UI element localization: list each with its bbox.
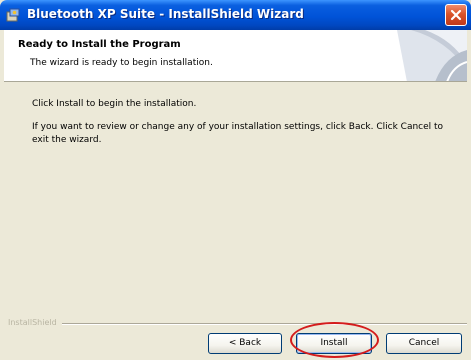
footer-divider bbox=[62, 323, 467, 325]
installshield-wizard-window: Bluetooth XP Suite - InstallShield Wizar… bbox=[0, 0, 471, 360]
page-curl-graphic bbox=[397, 30, 467, 81]
close-button[interactable] bbox=[445, 4, 467, 26]
install-instruction-text: Click Install to begin the installation. bbox=[32, 99, 197, 109]
window-title: Bluetooth XP Suite - InstallShield Wizar… bbox=[27, 7, 304, 21]
close-icon bbox=[450, 9, 462, 21]
back-button[interactable]: < Back bbox=[208, 333, 282, 354]
installshield-brand: InstallShield bbox=[8, 318, 57, 327]
header-title: Ready to Install the Program bbox=[18, 39, 181, 50]
header-subtitle: The wizard is ready to begin installatio… bbox=[30, 58, 213, 68]
cancel-button[interactable]: Cancel bbox=[386, 333, 462, 354]
install-button[interactable]: Install bbox=[296, 333, 372, 354]
installer-icon bbox=[6, 8, 20, 22]
wizard-header: Ready to Install the Program The wizard … bbox=[4, 30, 467, 82]
review-settings-text: If you want to review or change any of y… bbox=[32, 122, 444, 145]
title-bar[interactable]: Bluetooth XP Suite - InstallShield Wizar… bbox=[0, 0, 471, 30]
wizard-body: Click Install to begin the installation.… bbox=[4, 83, 467, 297]
